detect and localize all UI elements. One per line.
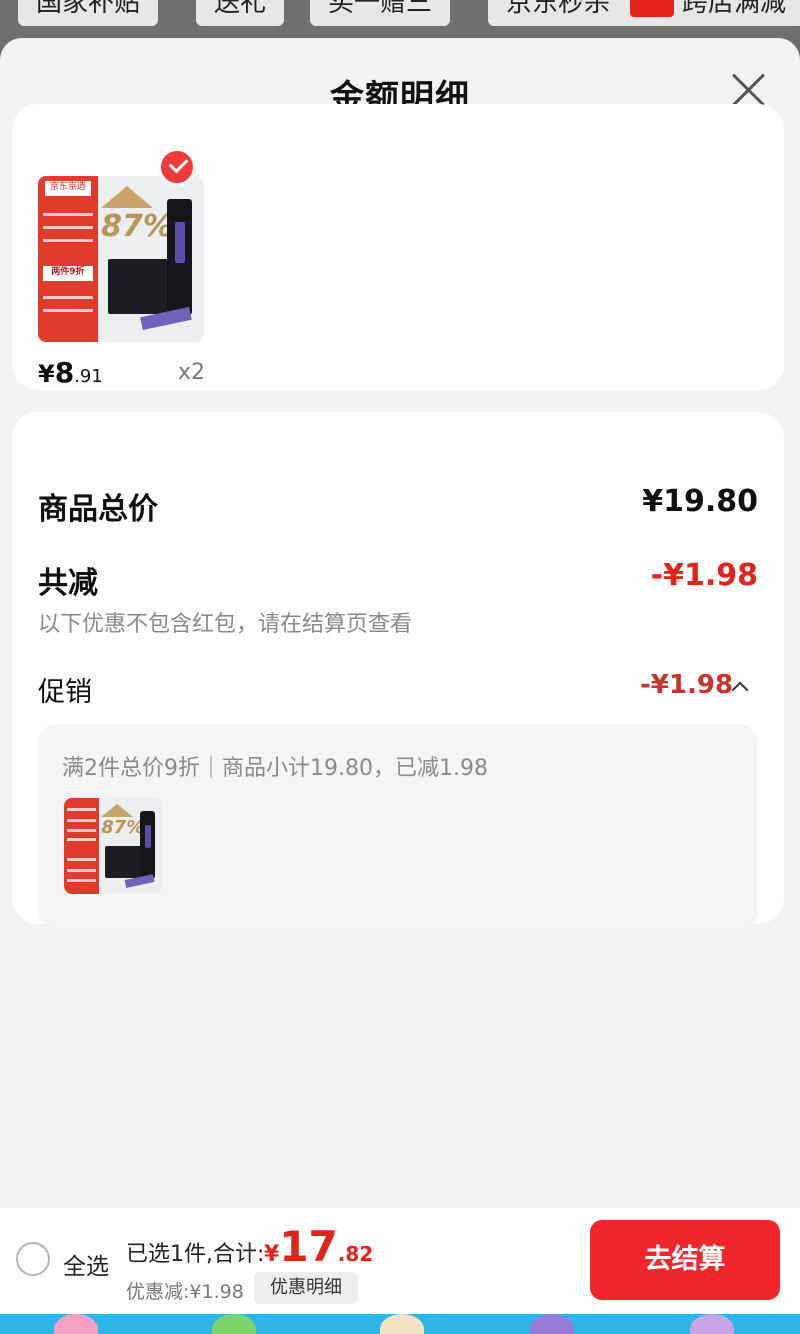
thumbnail-stripe [66,838,97,842]
thumbnail-stripe [66,819,97,823]
background-tab: 国家补贴 [18,0,159,26]
promotion-description: 满2件总价9折｜商品小计19.80，已减1.98 [62,756,488,781]
thumbnail-box [105,846,145,878]
thumbnail-percent: 87% [101,817,145,839]
total-price-value: ¥19.80 [642,484,758,519]
background-tab: 京东秒杀 [488,0,629,26]
thumbnail-badge: 两件9折 [42,265,93,281]
thumbnail-stripe [66,857,97,861]
mascot-icon [380,1314,424,1334]
mascot-icon [54,1314,98,1334]
thumbnail-red-panel [38,176,98,342]
thumbnail-box [107,259,175,314]
thumbnail-brand: 京东京造 [44,180,92,196]
thumbnail-stripe [42,295,93,299]
thumbnail-stripe [42,225,93,229]
thumbnail-stripe [66,807,97,811]
thumbnail-battery [140,811,156,879]
thumbnail-percent: 87% [101,209,173,245]
thumbnail-stripe [66,878,97,882]
grand-total: ¥17.82 [264,1222,373,1271]
promotion-product-thumbnail[interactable]: 87% [64,798,162,894]
price-integer: 8 [54,356,75,389]
mascot-icon [212,1314,256,1334]
thumbnail-stripe [42,239,93,243]
thumbnail-stripe [66,869,97,873]
total-reduce-label: 共减 [38,566,98,601]
mascot-icon [530,1314,574,1334]
discount-amount: 优惠减:¥1.98 [126,1281,244,1303]
item-price: ¥8.91 [38,356,103,389]
total-price-label: 商品总价 [38,492,158,527]
grand-total-symbol: ¥ [264,1242,280,1267]
decorative-banner [0,1314,800,1334]
mascot-icon [690,1314,734,1334]
background-tab: 送礼 [196,0,285,26]
thumbnail-stripe [66,828,97,832]
price-symbol: ¥ [38,360,55,388]
check-circle-icon[interactable] [158,148,196,186]
product-thumbnail[interactable]: 京东京造 两件9折 87% [38,176,204,342]
discount-detail-button[interactable]: 优惠明细 [254,1272,358,1304]
background-tab: 买一赠三 [310,0,451,26]
price-decimal: .91 [74,366,103,387]
grand-total-decimal: .82 [337,1242,374,1266]
radio-unchecked-icon[interactable] [16,1242,50,1276]
thumbnail-stripe [42,212,93,216]
select-all-label[interactable]: 全选 [63,1247,109,1281]
grand-total-integer: 17 [279,1222,338,1271]
thumbnail-stripe [42,308,93,312]
jd-logo-icon [630,0,674,17]
background-tab: 跨店满减 [612,0,800,26]
item-quantity: x2 [178,360,206,385]
total-reduce-value: -¥1.98 [650,558,758,593]
promotion-label[interactable]: 促销 [38,670,92,709]
thumbnail-battery [167,199,193,316]
promotion-value[interactable]: -¥1.98 [640,670,733,700]
thumbnail-arrow-icon [101,803,134,817]
selected-count-label: 已选1件,合计: [126,1242,265,1267]
thumbnail-arrow-icon [101,185,154,208]
background-tab-label: 跨店满减 [682,0,787,18]
red-packet-note: 以下优惠不包含红包，请在结算页查看 [38,612,413,637]
checkout-button[interactable]: 去结算 [590,1220,780,1300]
